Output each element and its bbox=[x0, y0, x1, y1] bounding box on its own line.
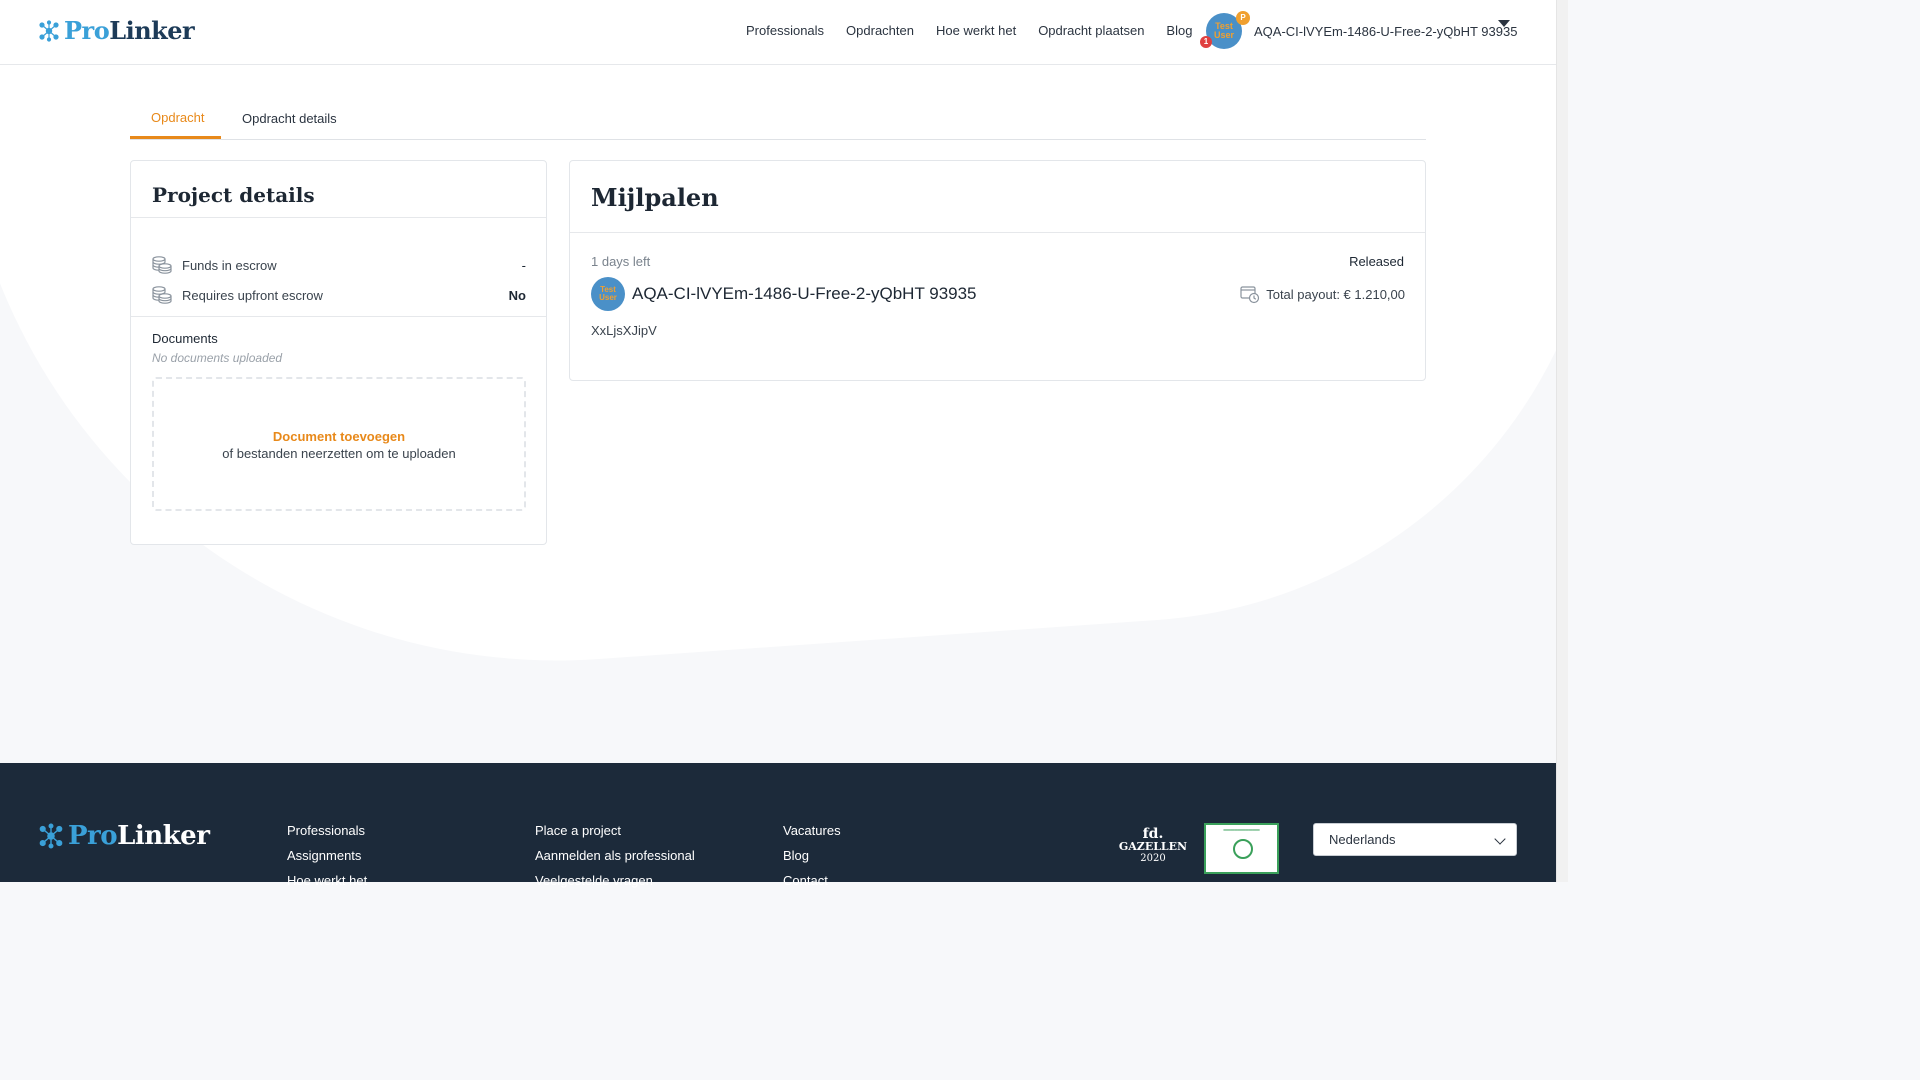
network-logo-icon bbox=[39, 823, 63, 849]
milestone-avatar: Test User bbox=[591, 277, 625, 311]
payout-clock-icon bbox=[1240, 286, 1260, 304]
footer-link-aanmelden[interactable]: Aanmelden als professional bbox=[535, 848, 695, 873]
tab-bar: Opdracht Opdracht details bbox=[130, 98, 1426, 140]
footer-column-3: Vacatures Blog Contact bbox=[783, 823, 841, 898]
nav-blog[interactable]: Blog bbox=[1166, 23, 1192, 38]
milestone-user-name[interactable]: AQA-CI-lVYEm-1486-U-Free-2-yQbHT 93935 bbox=[632, 284, 1240, 304]
active-tab-indicator bbox=[130, 136, 221, 139]
user-menu[interactable]: Test User P 1 AQA-CI-lVYEm-1486-U-Free-2… bbox=[1200, 11, 1517, 49]
project-details-card: Project details Funds in escrow - Requir… bbox=[130, 160, 547, 545]
award-badge-stripe: ━━━━━━━━━━ bbox=[1223, 828, 1260, 834]
page-scrollbar[interactable] bbox=[1556, 0, 1568, 882]
coins-icon bbox=[152, 256, 172, 274]
logo-text: ProLinker bbox=[64, 16, 195, 45]
chevron-down-icon bbox=[1494, 833, 1506, 845]
footer-link-vacatures[interactable]: Vacatures bbox=[783, 823, 841, 848]
footer: ProLinker Professionals Assignments Hoe … bbox=[0, 763, 1556, 888]
footer-column-1: Professionals Assignments Hoe werkt het bbox=[287, 823, 367, 898]
network-logo-icon bbox=[39, 19, 59, 42]
footer-link-place-project[interactable]: Place a project bbox=[535, 823, 695, 848]
total-payout: Total payout: € 1.210,00 bbox=[1240, 284, 1405, 304]
footer-link-contact[interactable]: Contact bbox=[783, 873, 841, 898]
premium-badge: P bbox=[1236, 11, 1250, 25]
requires-upfront-escrow-row: Requires upfront escrow No bbox=[152, 284, 526, 306]
add-document-link[interactable]: Document toevoegen bbox=[154, 429, 524, 444]
main-nav: Professionals Opdrachten Hoe werkt het O… bbox=[746, 23, 1214, 38]
document-dropzone[interactable]: Document toevoegen of bestanden neerzett… bbox=[152, 377, 526, 511]
tab-opdracht[interactable]: Opdracht bbox=[151, 110, 204, 125]
footer-column-2: Place a project Aanmelden als profession… bbox=[535, 823, 695, 898]
footer-logo-linker: Linker bbox=[117, 821, 210, 851]
milestones-title: Mijlpalen bbox=[591, 183, 719, 212]
footer-link-blog[interactable]: Blog bbox=[783, 848, 841, 873]
footer-link-hoe-werkt-het[interactable]: Hoe werkt het bbox=[287, 873, 367, 898]
fd-gazellen-badge: fd. GAZELLEN 2020 bbox=[1118, 827, 1188, 869]
prolinker-logo[interactable]: ProLinker bbox=[38, 16, 195, 45]
milestone-avatar-text: Test User bbox=[599, 285, 617, 302]
nav-opdrachten[interactable]: Opdrachten bbox=[846, 23, 914, 38]
milestone-row: Test User AQA-CI-lVYEm-1486-U-Free-2-yQb… bbox=[591, 277, 1405, 311]
footer-link-assignments[interactable]: Assignments bbox=[287, 848, 367, 873]
dropzone-hint: of bestanden neerzetten om te uploaden bbox=[222, 446, 456, 461]
milestone-description: XxLjsXJipV bbox=[591, 323, 657, 338]
requires-upfront-escrow-value: No bbox=[508, 287, 526, 303]
avatar-text: Test User bbox=[1213, 21, 1234, 40]
logo-linker: Linker bbox=[109, 16, 195, 45]
days-left-text: 1 days left bbox=[591, 254, 651, 269]
divider bbox=[570, 232, 1425, 233]
footer-link-faq[interactable]: Veelgestelde vragen bbox=[535, 873, 695, 898]
chevron-down-icon[interactable] bbox=[1498, 20, 1510, 27]
top-header: ProLinker Professionals Opdrachten Hoe w… bbox=[0, 0, 1556, 65]
documents-label: Documents bbox=[152, 331, 218, 346]
funds-in-escrow-row: Funds in escrow - bbox=[152, 254, 526, 276]
project-details-title: Project details bbox=[152, 183, 315, 207]
notification-badge[interactable]: 1 bbox=[1200, 36, 1212, 48]
footer-logo-pro: Pro bbox=[68, 821, 118, 851]
footer-logo-text: ProLinker bbox=[68, 821, 210, 851]
user-name[interactable]: AQA-CI-lVYEm-1486-U-Free-2-yQbHT 93935 bbox=[1254, 24, 1517, 39]
award-laurel-icon bbox=[1233, 839, 1253, 859]
coins-icon bbox=[152, 286, 172, 304]
documents-empty-text: No documents uploaded bbox=[152, 351, 283, 365]
nav-hoe-werkt-het[interactable]: Hoe werkt het bbox=[936, 23, 1016, 38]
fd-badge-line1: fd. bbox=[1142, 826, 1164, 842]
milestone-status: Released bbox=[1349, 254, 1404, 269]
divider bbox=[131, 217, 546, 218]
tab-opdracht-details[interactable]: Opdracht details bbox=[242, 111, 337, 126]
funds-in-escrow-label: Funds in escrow bbox=[182, 257, 277, 273]
language-select[interactable]: Nederlands bbox=[1313, 823, 1517, 856]
total-payout-text: Total payout: € 1.210,00 bbox=[1266, 286, 1405, 302]
award-badge: ━━━━━━━━━━ bbox=[1204, 823, 1279, 874]
language-select-value: Nederlands bbox=[1329, 832, 1396, 847]
nav-professionals[interactable]: Professionals bbox=[746, 23, 824, 38]
funds-in-escrow-value: - bbox=[521, 257, 526, 273]
milestones-card: Mijlpalen 1 days left Released Test User… bbox=[569, 160, 1426, 381]
nav-opdracht-plaatsen[interactable]: Opdracht plaatsen bbox=[1038, 23, 1144, 38]
fd-badge-line2: GAZELLEN bbox=[1118, 840, 1188, 853]
logo-pro: Pro bbox=[64, 16, 110, 45]
user-avatar[interactable]: Test User P 1 bbox=[1200, 11, 1250, 49]
requires-upfront-escrow-label: Requires upfront escrow bbox=[182, 287, 323, 303]
footer-link-professionals[interactable]: Professionals bbox=[287, 823, 367, 848]
fd-badge-line3: 2020 bbox=[1140, 853, 1166, 864]
footer-logo[interactable]: ProLinker bbox=[38, 821, 210, 851]
divider bbox=[131, 316, 546, 317]
